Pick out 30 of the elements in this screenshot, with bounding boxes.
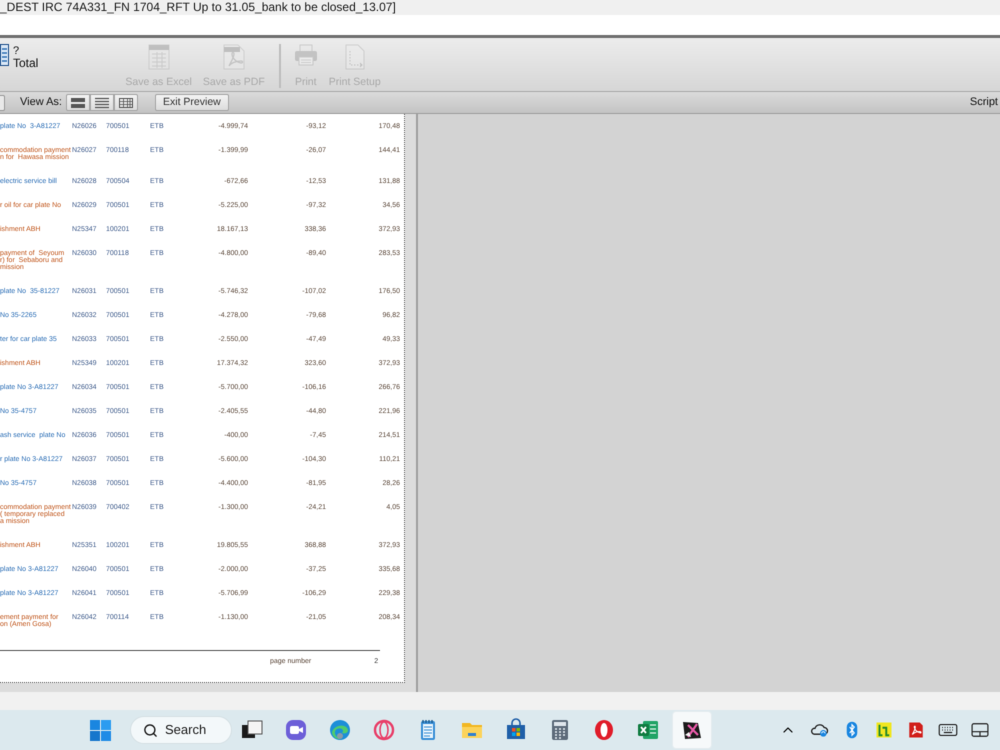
view-mode-button[interactable] <box>90 94 114 111</box>
view-as-label: View As: <box>20 95 62 110</box>
thin-rows-icon <box>94 96 110 110</box>
search-button[interactable]: Search <box>130 716 232 744</box>
store-bag-icon <box>504 718 528 742</box>
ring-icon <box>372 718 396 742</box>
thick-rows-icon <box>70 96 86 110</box>
search-icon <box>143 722 158 738</box>
exit-preview-button[interactable]: Exit Preview <box>155 94 229 111</box>
windows-logo-icon <box>90 720 110 740</box>
report-document-icon <box>0 44 9 66</box>
taskbar-app-button[interactable] <box>672 711 712 749</box>
step-glyph-icon <box>875 721 893 739</box>
view-mode-button[interactable] <box>114 94 138 111</box>
report-label: Total <box>13 57 38 70</box>
pdf-reader-icon <box>907 721 925 739</box>
spreadsheet-icon <box>148 44 170 70</box>
printer-icon <box>294 44 318 66</box>
browser-swirl-icon <box>328 718 352 742</box>
letter-o-logo-icon <box>592 718 616 742</box>
window-layout-icon <box>970 720 990 740</box>
script-label: Script <box>970 95 998 110</box>
chat-camera-icon <box>284 718 308 742</box>
pdf-document-icon <box>222 44 246 70</box>
page-setup-icon <box>344 44 366 70</box>
window-title: _DEST IRC 74A331_FN 1704_RFT Up to 31.05_bank to be closed_13.07] <box>0 0 396 15</box>
help-mark: ? <box>13 45 20 57</box>
spreadsheet-x-icon <box>636 718 660 742</box>
grid-icon <box>118 96 134 110</box>
view-mode-button[interactable] <box>66 94 90 111</box>
